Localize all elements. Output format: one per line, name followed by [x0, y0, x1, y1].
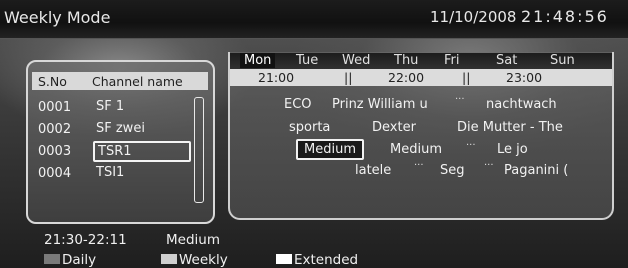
program-cell[interactable]: Le jo [497, 142, 528, 157]
mode-title: Weekly Mode [4, 8, 111, 27]
program-cell[interactable]: ECO [284, 97, 312, 112]
channel-name: SF 1 [96, 99, 125, 114]
ellipsis-marker: ··· [484, 160, 494, 171]
day-tabs: Mon Tue Wed Thu Fri Sat Sun [230, 53, 612, 69]
channel-list-header: S.No Channel name [32, 72, 208, 90]
tab-tue[interactable]: Tue [296, 53, 318, 68]
time-slot-1: 21:00 [258, 70, 295, 85]
channel-name: SF zwei [96, 121, 145, 136]
program-cell[interactable]: nachtwach [486, 97, 557, 112]
channel-number: 0001 [38, 100, 72, 115]
column-header-name: Channel name [92, 74, 183, 89]
legend-extended[interactable]: Extended [276, 252, 358, 268]
legend-weekly-label: Weekly [179, 252, 228, 268]
program-cell[interactable]: Paganini ( [504, 163, 568, 178]
selected-program-title: Medium [166, 232, 220, 248]
legend-extended-swatch [276, 254, 292, 264]
program-cell[interactable]: Seg [440, 163, 465, 178]
title-bar: Weekly Mode 11/10/2008 21:48:56 [0, 0, 628, 39]
tab-wed[interactable]: Wed [342, 53, 370, 68]
program-cell[interactable]: Dexter [372, 120, 416, 135]
selected-program-time: 21:30-22:11 [44, 232, 127, 248]
tab-sun[interactable]: Sun [550, 53, 575, 68]
legend-extended-label: Extended [294, 252, 359, 268]
column-header-no: S.No [38, 74, 67, 89]
channel-row[interactable]: 0004 TSI1 [32, 164, 188, 182]
tab-sat[interactable]: Sat [496, 53, 517, 68]
channel-row[interactable]: 0001 SF 1 [32, 98, 188, 116]
channel-name: TSR1 [93, 141, 191, 162]
channel-number: 0002 [38, 122, 72, 137]
tab-mon[interactable]: Mon [240, 53, 276, 68]
tab-fri[interactable]: Fri [444, 53, 460, 68]
channel-scrollbar[interactable] [194, 97, 204, 203]
channel-number: 0003 [38, 144, 72, 159]
legend-daily-swatch [44, 254, 60, 264]
ellipsis-marker: ··· [414, 160, 424, 171]
program-cell-selected[interactable]: Medium [296, 139, 364, 160]
tab-thu[interactable]: Thu [394, 53, 418, 68]
program-cell[interactable]: Medium [390, 142, 442, 157]
program-cell[interactable]: latele [355, 163, 391, 178]
legend-weekly[interactable]: Weekly [161, 252, 228, 268]
ellipsis-marker: ··· [455, 94, 465, 105]
program-cell[interactable]: Die Mutter - The [457, 120, 563, 135]
current-date: 11/10/2008 [430, 8, 517, 26]
legend-daily-label: Daily [62, 252, 97, 268]
time-slot-2: 22:00 [388, 70, 425, 85]
channel-row-selected[interactable]: 0003 TSR1 [32, 141, 191, 162]
time-slot-3: 23:00 [506, 70, 543, 85]
channel-number: 0004 [38, 166, 72, 181]
time-separator: || [344, 70, 353, 85]
time-separator: || [462, 70, 471, 85]
timeline-bar: 21:00 || 22:00 || 23:00 [230, 69, 612, 86]
legend-daily[interactable]: Daily [44, 252, 96, 268]
ellipsis-marker: ··· [466, 140, 476, 151]
program-cell[interactable]: Prinz William u [332, 97, 428, 112]
channel-list-panel: S.No Channel name 0001 SF 1 0002 SF zwei… [26, 60, 215, 224]
channel-row[interactable]: 0002 SF zwei [32, 120, 188, 138]
legend-weekly-swatch [161, 254, 177, 264]
current-time: 21:48:56 [521, 7, 609, 26]
channel-name: TSI1 [96, 165, 125, 180]
program-cell[interactable]: sporta [289, 120, 330, 135]
